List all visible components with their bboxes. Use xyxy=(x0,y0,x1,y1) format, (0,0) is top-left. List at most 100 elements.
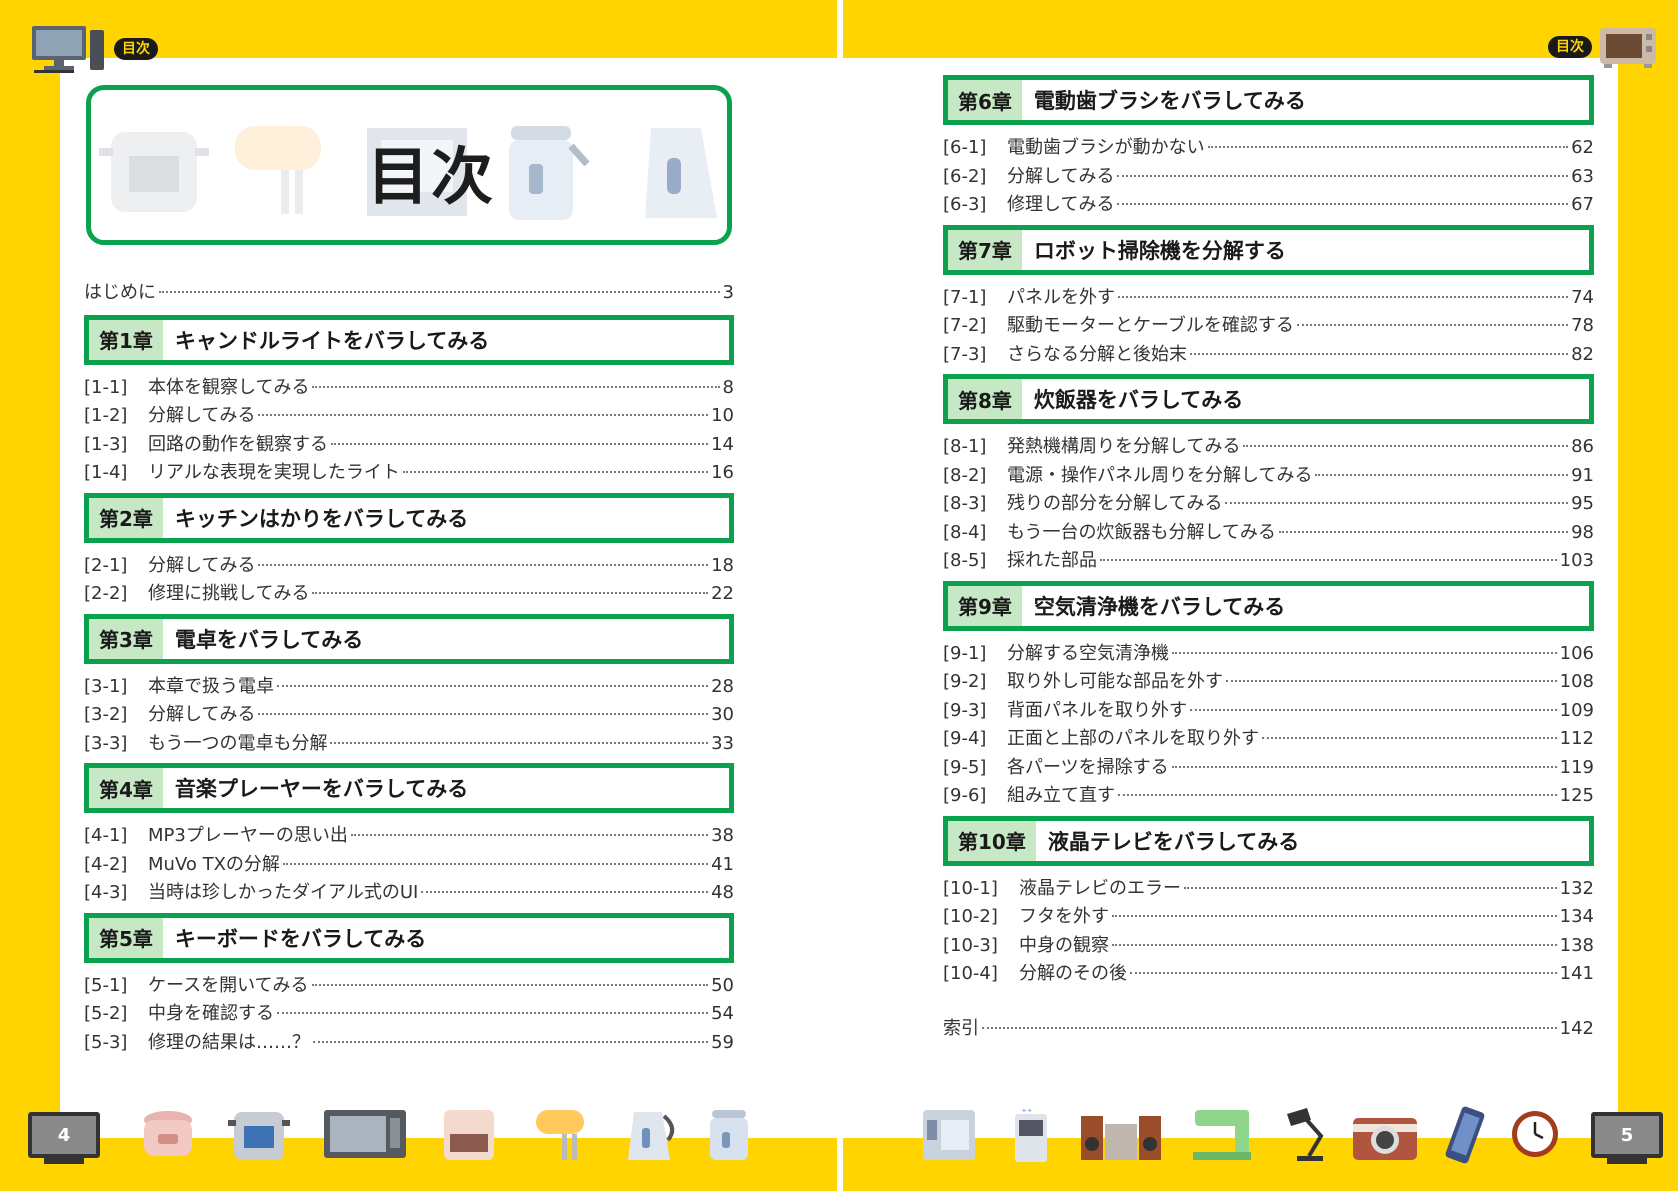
toc-entry[interactable]: [2-1] 分解してみる 18 xyxy=(84,551,734,580)
toc-entry[interactable]: [8-1] 発熱機構周りを分解してみる 86 xyxy=(943,432,1594,461)
toc-entry[interactable]: [1-3] 回路の動作を観察する 14 xyxy=(84,430,734,459)
entry-number: [7-2] xyxy=(943,315,987,336)
chapter-10-heading[interactable]: 第10章 液晶テレビをバラしてみる xyxy=(943,815,1594,866)
toc-entry[interactable]: [6-2] 分解してみる 63 xyxy=(943,162,1594,191)
toc-entry[interactable]: [1-2] 分解してみる 10 xyxy=(84,401,734,430)
toc-entry[interactable]: [10-2] フタを外す 134 xyxy=(943,902,1594,931)
entry-page: 119 xyxy=(1559,756,1594,778)
toc-entry[interactable]: [8-4] もう一台の炊飯器も分解してみる 98 xyxy=(943,518,1594,547)
chapter-title: 音楽プレーヤーをバラしてみる xyxy=(174,777,469,801)
entry-page: 112 xyxy=(1559,728,1594,749)
toc-entry[interactable]: [3-3] もう一つの電卓も分解 33 xyxy=(84,729,734,758)
entry-page: 82 xyxy=(1571,343,1594,365)
leader-dots xyxy=(1207,146,1569,148)
leader-dots xyxy=(1190,352,1569,355)
toc-entry[interactable]: [9-2] 取り外し可能な部品を外す 108 xyxy=(943,667,1594,696)
chapter-8-heading[interactable]: 第8章 炊飯器をバラしてみる xyxy=(943,374,1594,424)
chapter-5-heading[interactable]: 第5章 キーボードをバラしてみる xyxy=(84,912,734,963)
chapter-1-entries: [1-1] 本体を観察してみる 8 [1-2] 分解してみる 10 [1-3] 回路の動作… xyxy=(84,365,734,493)
toc-entry[interactable]: [2-2] 修理に挑戦してみる 22 xyxy=(84,579,734,608)
toc-entry[interactable]: [1-1] 本体を観察してみる 8 xyxy=(84,373,734,402)
chapter-number: 第1章 xyxy=(89,319,163,360)
entry-number: [8-2] xyxy=(943,464,987,486)
entry-number: [8-4] xyxy=(943,521,987,543)
toc-entry[interactable]: [8-3] 残りの部分を分解してみる 95 xyxy=(943,489,1594,518)
entry-page: 109 xyxy=(1559,699,1594,721)
entry-title: 回路の動作を観察する xyxy=(148,433,328,455)
leader-dots xyxy=(1171,765,1557,768)
entry-page: 14 xyxy=(711,433,734,455)
entry-page: 142 xyxy=(1559,1017,1594,1039)
entry-page: 141 xyxy=(1559,963,1594,984)
chapter-6-heading[interactable]: 第6章 電動歯ブラシをバラしてみる xyxy=(943,75,1594,125)
entry-page: 54 xyxy=(711,1003,734,1024)
entry-number: [8-5] xyxy=(943,550,987,571)
toc-entry[interactable]: [9-4] 正面と上部のパネルを取り外す 112 xyxy=(943,724,1594,753)
entry-number: [7-3] xyxy=(943,343,987,365)
entry-number: [10-1] xyxy=(943,877,998,899)
entry-title: 発熱機構周りを分解してみる xyxy=(1007,436,1241,457)
toc-entry[interactable]: [9-5] 各パーツを掃除する 119 xyxy=(943,753,1594,782)
chapter-number: 第6章 xyxy=(948,80,1022,120)
toc-entry[interactable]: [7-2] 駆動モーターとケーブルを確認する 78 xyxy=(943,311,1594,340)
chapter-2-heading[interactable]: 第2章 キッチンはかりをバラしてみる xyxy=(84,492,734,543)
toc-entry[interactable]: [10-1] 液晶テレビのエラー 132 xyxy=(943,874,1594,903)
chapter-1-heading[interactable]: 第1章 キャンドルライトをバラしてみる xyxy=(84,314,734,365)
toc-entry[interactable]: [5-1] ケースを開いてみる 50 xyxy=(84,971,734,1000)
toc-entry[interactable]: [9-3] 背面パネルを取り外す 109 xyxy=(943,696,1594,725)
toc-entry[interactable]: [7-1] パネルを外す 74 xyxy=(943,283,1594,312)
left-page: 目次 目次 はじめに 3 第1章 キャンドルライトをバラしてみる [1-1] 本… xyxy=(0,0,837,1191)
leader-dots xyxy=(1117,203,1569,205)
entry-title: フタを外す xyxy=(1019,906,1109,927)
toc-entry[interactable]: [4-3] 当時は珍しかったダイアル式のUI 48 xyxy=(84,878,734,907)
entry-title: さらなる分解と後始末 xyxy=(1007,343,1187,365)
entry-page: 3 xyxy=(722,282,734,303)
leader-dots xyxy=(277,684,709,687)
toc-entry[interactable]: [5-3] 修理の結果は……？ 59 xyxy=(84,1028,734,1057)
chapter-title: キーボードをバラしてみる xyxy=(174,926,427,951)
leader-dots xyxy=(313,1040,709,1043)
chapter-9-heading[interactable]: 第9章 空気清浄機をバラしてみる xyxy=(943,580,1594,631)
toc-entry-intro[interactable]: はじめに 3 xyxy=(84,278,734,307)
chapter-9-entries: [9-1] 分解する空気清浄機 106 [9-2] 取り外し可能な部品を外す 108 [… xyxy=(943,631,1594,816)
entry-number: [10-4] xyxy=(943,963,998,984)
toc-entry[interactable]: [7-3] さらなる分解と後始末 82 xyxy=(943,340,1594,369)
toc-entry[interactable]: [8-2] 電源・操作パネル周りを分解してみる 91 xyxy=(943,461,1594,490)
entry-title: 分解してみる xyxy=(1007,165,1115,187)
right-toc: 第6章 電動歯ブラシをバラしてみる [6-1] 電動歯ブラシが動かない 62 [6-… xyxy=(943,75,1594,1042)
chapter-4-heading[interactable]: 第4章 音楽プレーヤーをバラしてみる xyxy=(84,763,734,813)
kettle-icon xyxy=(645,128,717,218)
toc-entry[interactable]: [5-2] 中身を確認する 54 xyxy=(84,999,734,1028)
toc-entry[interactable]: [4-1] MP3プレーヤーの思い出 38 xyxy=(84,821,734,850)
leader-dots xyxy=(159,291,720,293)
chapter-title: キャンドルライトをバラしてみる xyxy=(174,328,490,353)
water-dispenser-icon xyxy=(923,1110,975,1160)
toc-entry[interactable]: [4-2] MuVo TXの分解 41 xyxy=(84,850,734,879)
toc-title: 目次 xyxy=(367,140,496,213)
toc-entry[interactable]: [9-6] 組み立て直す 125 xyxy=(943,781,1594,810)
entry-number: [3-1] xyxy=(84,675,128,697)
toc-entry[interactable]: [3-1] 本章で扱う電卓 28 xyxy=(84,672,734,701)
toc-entry[interactable]: [1-4] リアルな表現を実現したライト 16 xyxy=(84,458,734,487)
entry-page: 95 xyxy=(1571,493,1594,514)
toc-entry[interactable]: [3-2] 分解してみる 30 xyxy=(84,700,734,729)
chapter-7-heading[interactable]: 第7章 ロボット掃除機を分解する xyxy=(943,224,1594,275)
toc-entry[interactable]: [6-3] 修理してみる 67 xyxy=(943,190,1594,219)
entry-number: [4-1] xyxy=(84,825,128,846)
entry-title: 背面パネルを取り外す xyxy=(1007,699,1187,721)
toc-entry[interactable]: [9-1] 分解する空気清浄機 106 xyxy=(943,639,1594,668)
chapter-3-heading[interactable]: 第3章 電卓をバラしてみる xyxy=(84,613,734,664)
toc-entry[interactable]: [10-3] 中身の観察 138 xyxy=(943,931,1594,960)
chapter-number: 第10章 xyxy=(948,820,1036,861)
toc-entry[interactable]: [8-5] 採れた部品 103 xyxy=(943,546,1594,575)
svg-text:✦✦: ✦✦ xyxy=(1021,1107,1033,1115)
toc-entry[interactable]: [6-1] 電動歯ブラシが動かない 62 xyxy=(943,133,1594,162)
hand-mixer-icon xyxy=(536,1110,584,1160)
toc-entry[interactable]: [10-4] 分解のその後 141 xyxy=(943,959,1594,988)
toc-entry-index[interactable]: 索引 142 xyxy=(943,1014,1594,1043)
chapter-number: 第4章 xyxy=(89,768,163,808)
clock-icon xyxy=(1512,1111,1558,1157)
leader-dots xyxy=(331,442,709,445)
entry-number: [5-1] xyxy=(84,974,128,996)
leader-dots xyxy=(1100,559,1557,561)
